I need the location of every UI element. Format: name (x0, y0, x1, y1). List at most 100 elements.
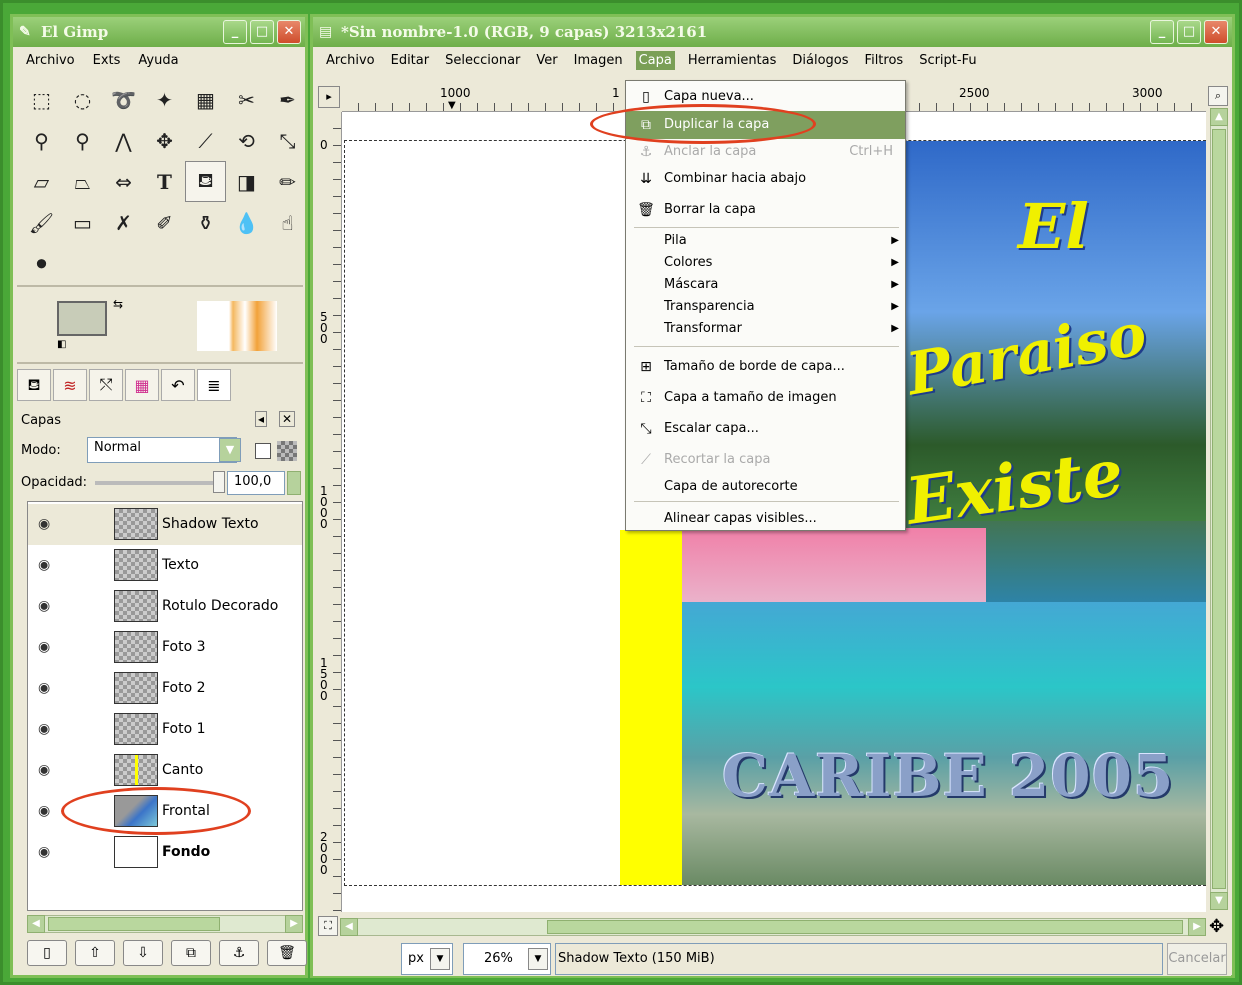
dodge-burn-icon[interactable]: ⚫ (21, 243, 62, 284)
opacity-input[interactable]: 100,0 (227, 471, 285, 495)
layer-row[interactable]: ◉ Shadow Texto (28, 504, 302, 545)
cancel-button[interactable]: Cancelar (1167, 943, 1227, 975)
eye-icon[interactable]: ◉ (38, 557, 50, 573)
layers-tab-icon[interactable]: ≋ (53, 369, 87, 401)
free-select-icon[interactable]: ➰ (103, 79, 144, 120)
duplicate-layer-icon[interactable]: ⧉ (171, 940, 211, 966)
unit-dropdown-icon[interactable]: ▼ (430, 948, 450, 970)
bucket-fill-icon[interactable]: ⛾ (185, 161, 226, 202)
menu-imagen[interactable]: Imagen (571, 51, 626, 70)
opacity-slider[interactable] (95, 481, 223, 485)
foreground-color-swatch[interactable] (57, 301, 107, 336)
scroll-up-icon[interactable]: ▲ (1210, 108, 1228, 126)
brush-pattern-gradient-area[interactable] (197, 301, 277, 351)
reset-colors-icon[interactable]: ◧ (57, 339, 66, 350)
layers-hscrollbar[interactable] (27, 915, 303, 933)
keep-transparency-checkbox[interactable] (255, 443, 271, 459)
rotate-icon[interactable]: ⟲ (226, 120, 267, 161)
blend-icon[interactable]: ◨ (226, 161, 267, 202)
flip-icon[interactable]: ⇔ (103, 161, 144, 202)
scroll-right-icon[interactable]: ▶ (285, 915, 303, 933)
paths-tab-icon[interactable]: ⤲ (89, 369, 123, 401)
layer-row[interactable]: ◉ Rotulo Decorado (28, 586, 302, 627)
menu-item-crop-layer[interactable]: ⟋ Recortar la capa (626, 446, 905, 474)
color-select-icon[interactable]: ▦ (185, 79, 226, 120)
mode-select[interactable]: Normal (87, 437, 237, 463)
toolbox-titlebar[interactable]: ✎ El Gimp _ □ ✕ (13, 17, 305, 47)
menu-item-layer-boundary[interactable]: ⊞ Tamaño de borde de capa... (626, 353, 905, 381)
canvas-hscrollbar[interactable] (340, 918, 1206, 936)
layers-stack-tab-icon[interactable]: ≣ (197, 369, 231, 401)
layer-row[interactable]: ◉ Foto 3 (28, 627, 302, 668)
layers-hscroll-thumb[interactable] (48, 917, 220, 931)
menu-item-align-layers[interactable]: Alinear capas visibles... (626, 505, 905, 533)
lower-layer-icon[interactable]: ⇩ (123, 940, 163, 966)
crop-icon[interactable]: ⟋ (185, 120, 226, 161)
menu-editar[interactable]: Editar (388, 51, 433, 70)
scroll-down-icon[interactable]: ▼ (1210, 892, 1228, 910)
menu-item-mask[interactable]: Máscara ▶ (626, 274, 905, 296)
layer-row[interactable]: ◉ Canto (28, 750, 302, 791)
eye-icon[interactable]: ◉ (38, 762, 50, 778)
close-button[interactable]: ✕ (1204, 20, 1228, 44)
menu-item-stack[interactable]: Pila ▶ (626, 230, 905, 252)
eye-icon[interactable]: ◉ (38, 844, 50, 860)
scroll-left-icon[interactable]: ◀ (27, 915, 45, 933)
color-picker-icon[interactable]: ⚲ (21, 120, 62, 161)
menu-archivo[interactable]: Archivo (23, 51, 78, 70)
rect-select-icon[interactable]: ⬚ (21, 79, 62, 120)
eye-icon[interactable]: ◉ (38, 639, 50, 655)
menu-filtros[interactable]: Filtros (862, 51, 907, 70)
ink-icon[interactable]: ✐ (144, 202, 185, 243)
zoom-select[interactable]: 26% ▼ (463, 943, 551, 975)
mode-dropdown-icon[interactable]: ▼ (219, 438, 241, 462)
paintbrush-icon[interactable]: 🖌 (21, 202, 62, 243)
menu-item-delete-layer[interactable]: 🗑 Borrar la capa (626, 196, 905, 224)
move-icon[interactable]: ✥ (144, 120, 185, 161)
menu-capa[interactable]: Capa (635, 50, 675, 70)
zoom-dropdown-icon[interactable]: ▼ (528, 948, 548, 970)
maximize-button[interactable]: □ (1177, 20, 1201, 44)
scissors-select-icon[interactable]: ✂ (226, 79, 267, 120)
eye-icon[interactable]: ◉ (38, 721, 50, 737)
paths-icon[interactable]: ✒ (267, 79, 308, 120)
menu-item-merge-down[interactable]: ⇊ Combinar hacia abajo (626, 165, 905, 193)
menu-item-transform[interactable]: Transformar ▶ (626, 318, 905, 340)
scale-icon[interactable]: ⤡ (267, 120, 308, 161)
menu-dialogos[interactable]: Diálogos (789, 51, 851, 70)
new-layer-icon[interactable]: ▯ (27, 940, 67, 966)
text-tool-icon[interactable]: T (144, 161, 185, 202)
eye-icon[interactable]: ◉ (38, 803, 50, 819)
move-canvas-icon[interactable]: ✥ (1209, 916, 1224, 937)
menu-item-transparency[interactable]: Transparencia ▶ (626, 296, 905, 318)
opacity-spin-icon[interactable] (287, 471, 301, 495)
delete-layer-icon[interactable]: 🗑 (267, 940, 307, 966)
navigate-icon[interactable]: ⌕ (1208, 86, 1228, 106)
menu-exts[interactable]: Exts (90, 51, 124, 70)
scroll-right-icon[interactable]: ▶ (1188, 918, 1206, 936)
eye-icon[interactable]: ◉ (38, 598, 50, 614)
tool-options-tab-icon[interactable]: ⛾ (17, 369, 51, 401)
menu-item-layer-to-image[interactable]: ⛶ Capa a tamaño de imagen (626, 384, 905, 412)
close-button[interactable]: ✕ (277, 20, 301, 44)
minimize-button[interactable]: _ (1150, 20, 1174, 44)
measure-icon[interactable]: ⋀ (103, 120, 144, 161)
colormap-tab-icon[interactable]: ▦ (125, 369, 159, 401)
layer-row[interactable]: ◉ Foto 2 (28, 668, 302, 709)
undo-history-tab-icon[interactable]: ↶ (161, 369, 195, 401)
maximize-button[interactable]: □ (250, 20, 274, 44)
zoom-icon[interactable]: ⚲ (62, 120, 103, 161)
menu-herramientas[interactable]: Herramientas (685, 51, 780, 70)
airbrush-icon[interactable]: ✗ (103, 202, 144, 243)
quick-mask-corner-icon[interactable]: ▸ (318, 86, 340, 108)
minimize-button[interactable]: _ (223, 20, 247, 44)
dock-menu-icon[interactable]: ◂ (255, 411, 268, 427)
menu-script-fu[interactable]: Script-Fu (916, 51, 979, 70)
raise-layer-icon[interactable]: ⇧ (75, 940, 115, 966)
vscroll-thumb[interactable] (1212, 129, 1226, 889)
scroll-left-icon[interactable]: ◀ (340, 918, 358, 936)
menu-seleccionar[interactable]: Seleccionar (442, 51, 523, 70)
layer-row[interactable]: ◉ Texto (28, 545, 302, 586)
menu-item-autocrop-layer[interactable]: Capa de autorecorte (626, 473, 905, 501)
perspective-icon[interactable]: ⏢ (62, 161, 103, 202)
